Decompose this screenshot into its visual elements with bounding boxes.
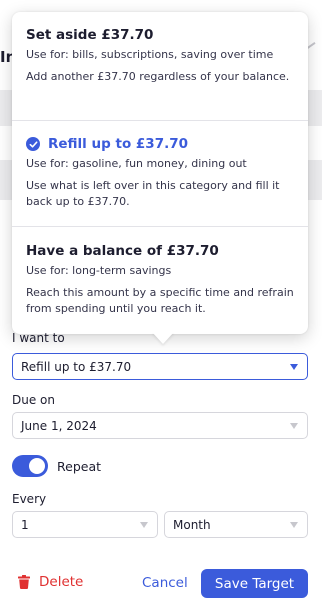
option-title: Have a balance of £37.70	[26, 243, 219, 259]
toggle-knob	[29, 458, 45, 474]
delete-button[interactable]: Delete	[18, 574, 83, 590]
target-type-value: Refill up to £37.70	[21, 359, 132, 374]
option-use-for: Use for: bills, subscriptions, saving ov…	[26, 48, 274, 61]
option-title-row: Refill up to £37.70	[26, 136, 294, 152]
save-target-button[interactable]: Save Target	[201, 569, 308, 598]
option-refill-up-to[interactable]: Refill up to £37.70 Use for: gasoline, f…	[12, 136, 308, 210]
popover-arrow	[152, 332, 174, 344]
every-count-select[interactable]: 1	[12, 511, 158, 538]
every-count-value: 1	[21, 517, 29, 532]
target-type-popover: Set aside £37.70 Use for: bills, subscri…	[12, 12, 308, 334]
option-have-balance[interactable]: Have a balance of £37.70 Use for: long-t…	[12, 243, 308, 317]
repeat-toggle[interactable]	[12, 455, 48, 477]
option-divider	[12, 120, 308, 121]
due-on-label: Due on	[12, 393, 55, 407]
option-description: Use what is left over in this category a…	[26, 179, 280, 208]
every-label: Every	[12, 492, 47, 506]
option-set-aside[interactable]: Set aside £37.70 Use for: bills, subscri…	[12, 27, 308, 85]
due-date-value: June 1, 2024	[21, 418, 97, 433]
want-to-label: I want to	[12, 331, 65, 345]
every-unit-select[interactable]: Month	[164, 511, 308, 538]
option-use-for: Use for: long-term savings	[26, 264, 172, 277]
chevron-down-icon	[290, 423, 298, 429]
option-description: Reach this amount by a specific time and…	[26, 286, 294, 315]
due-date-select[interactable]: June 1, 2024	[12, 412, 308, 439]
target-type-select[interactable]: Refill up to £37.70	[12, 353, 308, 380]
every-unit-value: Month	[173, 517, 211, 532]
check-circle-icon	[26, 137, 40, 151]
repeat-label: Repeat	[57, 459, 102, 474]
option-description: Add another £37.70 regardless of your ba…	[26, 70, 290, 83]
cancel-button[interactable]: Cancel	[142, 575, 188, 591]
option-use-for: Use for: gasoline, fun money, dining out	[26, 157, 247, 170]
chevron-down-icon	[290, 364, 298, 370]
delete-label: Delete	[39, 574, 84, 590]
option-title: Set aside £37.70	[26, 27, 154, 43]
trash-icon	[18, 575, 30, 589]
chevron-down-icon	[140, 522, 148, 528]
option-divider	[12, 226, 308, 227]
option-title: Refill up to £37.70	[48, 136, 189, 152]
chevron-down-icon	[290, 522, 298, 528]
